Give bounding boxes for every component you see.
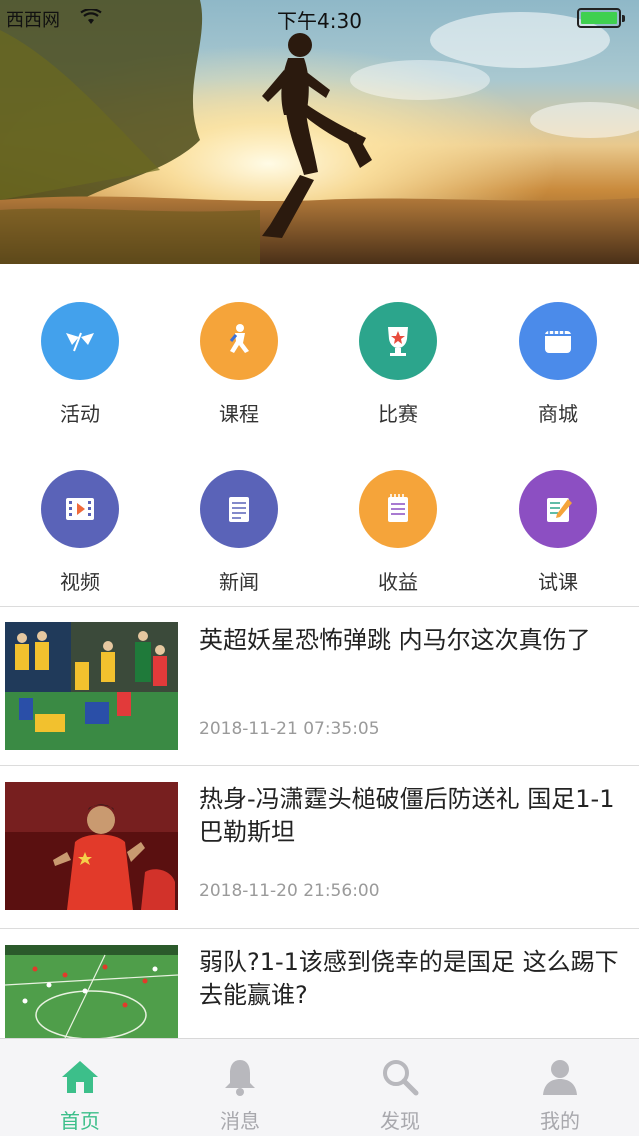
tab-bar: 首页 消息 发现 我的 — [0, 1038, 639, 1136]
news-thumbnail — [5, 622, 178, 750]
news-title: 热身-冯潇霆头槌破僵后防送礼 国足1-1巴勒斯坦 — [199, 785, 615, 846]
feature-label: 视频 — [60, 570, 100, 594]
clipboard-icon — [359, 470, 437, 548]
tab-discover[interactable]: 发现 — [320, 1039, 480, 1136]
news-title: 英超妖星恐怖弹跳 内马尔这次真伤了 — [199, 626, 591, 654]
news-item[interactable]: 热身-冯潇霆头槌破僵后防送礼 国足1-1巴勒斯坦 2018-11-20 21:5… — [0, 766, 639, 928]
feature-label: 课程 — [219, 402, 259, 426]
tab-label: 我的 — [540, 1109, 580, 1133]
status-time: 下午4:30 — [277, 9, 362, 33]
battery-icon — [577, 8, 625, 28]
home-icon — [62, 1061, 98, 1093]
news-time: 2018-11-21 07:35:05 — [199, 719, 380, 739]
tab-label: 消息 — [220, 1109, 260, 1133]
bell-icon — [225, 1060, 255, 1096]
tab-mine[interactable]: 我的 — [480, 1039, 639, 1136]
news-item[interactable]: 弱队?1-1该感到侥幸的是国足 这么踢下去能赢谁? — [0, 929, 639, 1039]
hero-banner[interactable] — [0, 0, 639, 264]
news-thumbnail — [5, 782, 178, 910]
feature-label: 试课 — [538, 570, 578, 594]
tab-label: 发现 — [380, 1109, 420, 1133]
notepad-icon — [200, 470, 278, 548]
hero-running-photo — [0, 0, 639, 264]
edit-icon — [519, 470, 597, 548]
feature-store[interactable]: 商城 — [478, 302, 638, 462]
news-thumbnail — [5, 945, 178, 1038]
film-icon — [41, 470, 119, 548]
tab-home[interactable]: 首页 — [0, 1039, 160, 1136]
search-icon — [383, 1060, 419, 1096]
news-title: 弱队?1-1该感到侥幸的是国足 这么踢下去能赢谁? — [199, 948, 619, 1009]
store-icon — [519, 302, 597, 380]
feature-grid: 活动 课程 比赛 商城 视频 新闻 收益 试课 — [0, 264, 639, 606]
feature-label: 商城 — [538, 402, 578, 426]
tab-label: 首页 — [60, 1109, 100, 1133]
status-bar: 西西网 下午4:30 — [0, 0, 639, 34]
news-item[interactable]: 英超妖星恐怖弹跳 内马尔这次真伤了 2018-11-21 07:35:05 — [0, 607, 639, 765]
runner-icon — [200, 302, 278, 380]
feature-match[interactable]: 比赛 — [318, 302, 478, 462]
person-icon — [543, 1060, 577, 1095]
feature-activity[interactable]: 活动 — [0, 302, 160, 462]
trophy-icon — [359, 302, 437, 380]
feature-label: 新闻 — [219, 570, 259, 594]
news-time: 2018-11-20 21:56:00 — [199, 881, 380, 901]
flags-icon — [41, 302, 119, 380]
feature-label: 收益 — [378, 570, 418, 594]
feature-label: 活动 — [60, 402, 100, 426]
tab-messages[interactable]: 消息 — [160, 1039, 320, 1136]
feature-course[interactable]: 课程 — [159, 302, 319, 462]
feature-label: 比赛 — [378, 402, 418, 426]
